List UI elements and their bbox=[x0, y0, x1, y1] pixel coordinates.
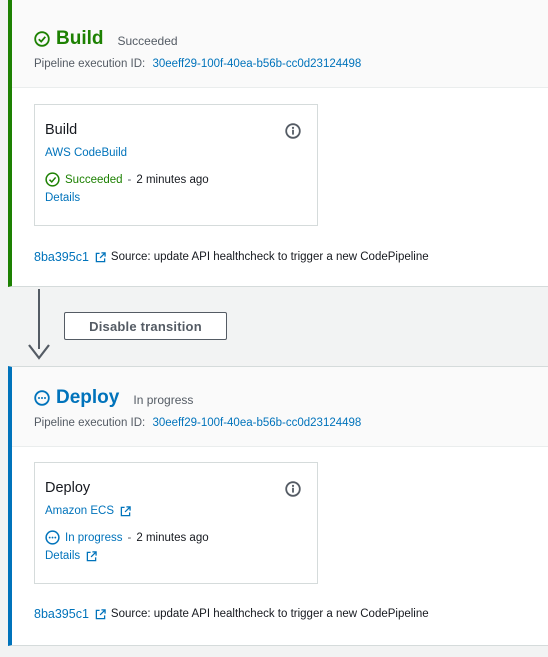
execution-row: Pipeline execution ID: 30eeff29-100f-40e… bbox=[34, 417, 548, 429]
provider-link[interactable]: AWS CodeBuild bbox=[45, 147, 127, 159]
disable-transition-button[interactable]: Disable transition bbox=[64, 312, 227, 340]
stage-title-row: Deploy In progress bbox=[34, 387, 548, 409]
commit-id-link[interactable]: 8ba395c1 bbox=[34, 250, 89, 264]
time-ago: 2 minutes ago bbox=[136, 531, 209, 544]
action-status: In progress bbox=[65, 531, 123, 544]
external-link-icon[interactable] bbox=[95, 251, 106, 263]
external-link-icon[interactable] bbox=[86, 550, 97, 562]
stage-status: Succeeded bbox=[117, 33, 178, 48]
transition-line bbox=[38, 289, 40, 349]
stage-build: Build Succeeded Pipeline execution ID: 3… bbox=[8, 0, 548, 287]
stage-header: Deploy In progress Pipeline execution ID… bbox=[12, 367, 548, 447]
action-status: Succeeded bbox=[65, 173, 123, 186]
details-row: Details bbox=[45, 192, 307, 204]
action-card-deploy: Deploy Amazon ECS In progress - 2 minute… bbox=[34, 462, 318, 584]
stage-name: Build bbox=[56, 28, 104, 49]
check-circle-icon bbox=[34, 31, 50, 47]
commit-message: Source: update API healthcheck to trigge… bbox=[110, 251, 429, 263]
commit-message: Source: update API healthcheck to trigge… bbox=[110, 608, 429, 620]
details-link[interactable]: Details bbox=[45, 550, 80, 562]
details-row: Details bbox=[45, 550, 307, 562]
info-icon[interactable] bbox=[285, 481, 301, 497]
execution-id-link[interactable]: 30eeff29-100f-40ea-b56b-cc0d23124498 bbox=[152, 58, 361, 70]
action-name: Build bbox=[45, 122, 78, 138]
stage-status: In progress bbox=[133, 392, 194, 407]
stage-deploy: Deploy In progress Pipeline execution ID… bbox=[8, 366, 548, 646]
stage-name: Deploy bbox=[56, 387, 120, 408]
ellipsis-circle-icon bbox=[34, 390, 50, 406]
provider-row: Amazon ECS bbox=[45, 505, 307, 517]
status-row: In progress - 2 minutes ago bbox=[45, 530, 307, 545]
check-circle-icon bbox=[45, 172, 60, 187]
execution-id-link[interactable]: 30eeff29-100f-40ea-b56b-cc0d23124498 bbox=[152, 417, 361, 429]
commit-row: 8ba395c1 Source: update API healthcheck … bbox=[34, 250, 429, 264]
commit-id-link[interactable]: 8ba395c1 bbox=[34, 607, 89, 621]
external-link-icon[interactable] bbox=[120, 505, 131, 517]
status-row: Succeeded - 2 minutes ago bbox=[45, 172, 307, 187]
action-card-build: Build AWS CodeBuild Succeeded - 2 minute… bbox=[34, 104, 318, 226]
provider-row: AWS CodeBuild bbox=[45, 147, 307, 159]
external-link-icon[interactable] bbox=[95, 608, 106, 620]
details-link[interactable]: Details bbox=[45, 192, 80, 204]
commit-row: 8ba395c1 Source: update API healthcheck … bbox=[34, 607, 429, 621]
ellipsis-circle-icon bbox=[45, 530, 60, 545]
arrow-down-icon bbox=[28, 344, 50, 360]
action-name: Deploy bbox=[45, 480, 91, 496]
stage-title-row: Build Succeeded bbox=[34, 28, 548, 50]
execution-label: Pipeline execution ID: bbox=[34, 417, 146, 429]
separator: - bbox=[127, 531, 132, 544]
info-icon[interactable] bbox=[285, 123, 301, 139]
stage-header: Build Succeeded Pipeline execution ID: 3… bbox=[12, 0, 548, 88]
execution-label: Pipeline execution ID: bbox=[34, 58, 146, 70]
execution-row: Pipeline execution ID: 30eeff29-100f-40e… bbox=[34, 58, 548, 70]
provider-link[interactable]: Amazon ECS bbox=[45, 505, 114, 517]
time-ago: 2 minutes ago bbox=[136, 173, 209, 186]
separator: - bbox=[127, 173, 132, 186]
